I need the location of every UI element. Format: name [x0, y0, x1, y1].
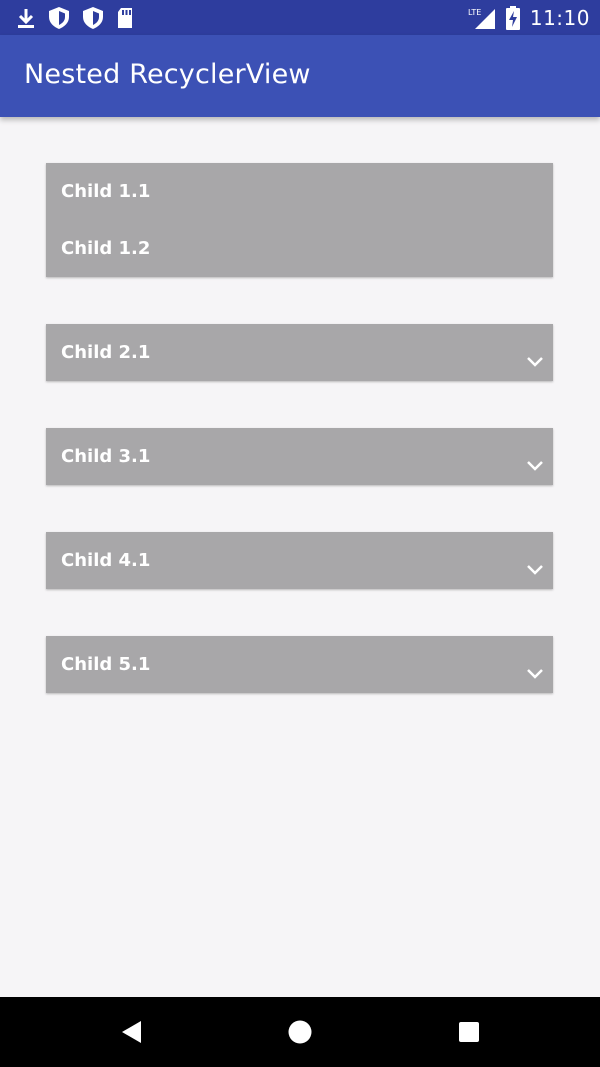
child-label: Child 3.1: [61, 446, 151, 467]
home-icon[interactable]: [287, 1019, 313, 1045]
app-bar: Nested RecyclerView: [0, 35, 600, 117]
chevron-down-icon[interactable]: [526, 564, 544, 576]
download-icon: [16, 7, 36, 29]
child-row[interactable]: Child 1.1: [46, 163, 553, 220]
child-label: Child 1.1: [61, 181, 151, 202]
group-card-1[interactable]: Child 1.1 Child 1.2: [46, 163, 553, 277]
chevron-down-icon[interactable]: [526, 460, 544, 472]
battery-charging-icon: [505, 6, 520, 30]
navigation-bar: [0, 997, 600, 1067]
child-label: Child 2.1: [61, 342, 151, 363]
chevron-down-icon[interactable]: [526, 668, 544, 680]
group-card-2[interactable]: Child 2.1: [46, 324, 553, 381]
group-card-4[interactable]: Child 4.1: [46, 532, 553, 589]
shield-icon: [48, 6, 70, 30]
child-row[interactable]: Child 2.1: [46, 324, 553, 381]
child-row[interactable]: Child 5.1: [46, 636, 553, 693]
child-label: Child 5.1: [61, 654, 151, 675]
status-time: 11:10: [529, 6, 590, 30]
child-label: Child 4.1: [61, 550, 151, 571]
sd-card-icon: [116, 7, 134, 29]
status-icons-left: [16, 6, 134, 30]
status-bar: LTE 11:10: [0, 0, 600, 35]
recents-icon[interactable]: [456, 1019, 482, 1045]
child-row[interactable]: Child 3.1: [46, 428, 553, 485]
shield-icon: [82, 6, 104, 30]
chevron-down-icon[interactable]: [526, 356, 544, 368]
group-card-3[interactable]: Child 3.1: [46, 428, 553, 485]
status-icons-right: LTE 11:10: [468, 5, 590, 31]
child-row[interactable]: Child 4.1: [46, 532, 553, 589]
nested-recycler-list[interactable]: Child 1.1 Child 1.2 Child 2.1 Child 3.1 …: [0, 117, 600, 997]
child-row[interactable]: Child 1.2: [46, 220, 553, 277]
lte-signal-icon: LTE: [468, 6, 496, 30]
network-label: LTE: [468, 8, 481, 17]
group-card-5[interactable]: Child 5.1: [46, 636, 553, 693]
back-icon[interactable]: [118, 1019, 144, 1045]
child-label: Child 1.2: [61, 238, 151, 259]
app-title: Nested RecyclerView: [24, 59, 311, 90]
